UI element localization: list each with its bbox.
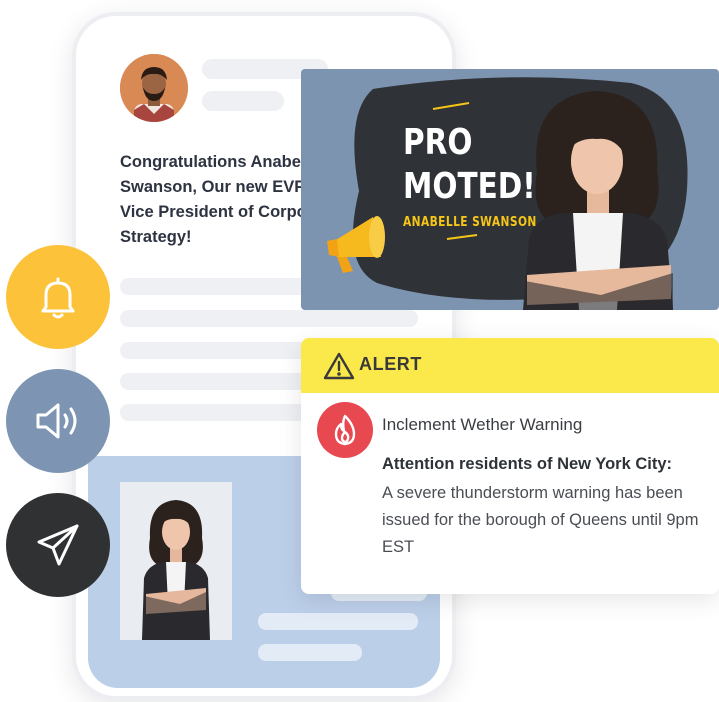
alert-title: Inclement Wether Warning xyxy=(382,415,583,434)
placeholder-line xyxy=(258,644,362,661)
send-button[interactable] xyxy=(6,493,110,597)
megaphone-icon xyxy=(327,216,385,273)
speaker-button[interactable] xyxy=(6,369,110,473)
placeholder-line xyxy=(120,310,418,327)
placeholder-line xyxy=(202,91,284,111)
warning-icon xyxy=(323,352,355,380)
alert-lead: Attention residents of New York City: xyxy=(382,455,673,473)
alert-body: A severe thunderstorm warning has been i… xyxy=(382,484,699,556)
send-icon xyxy=(37,524,79,566)
speaker-icon xyxy=(36,403,77,439)
bell-button[interactable] xyxy=(6,245,110,349)
alert-card: ALERT Inclement Wether Warning Attention… xyxy=(301,338,719,594)
placeholder-line xyxy=(258,613,418,630)
avatar xyxy=(120,54,188,122)
alert-label: ALERT xyxy=(359,354,422,374)
fire-badge xyxy=(317,402,373,458)
fire-icon xyxy=(334,414,356,446)
promo-title: PRO MOTED! xyxy=(403,122,536,207)
profile-photo xyxy=(120,482,232,640)
bell-icon xyxy=(41,277,75,319)
promo-name: ANABELLE SWANSON xyxy=(403,215,537,230)
alert-header: ALERT xyxy=(301,338,719,393)
promoted-card: PRO MOTED! ANABELLE SWANSON xyxy=(301,69,719,310)
